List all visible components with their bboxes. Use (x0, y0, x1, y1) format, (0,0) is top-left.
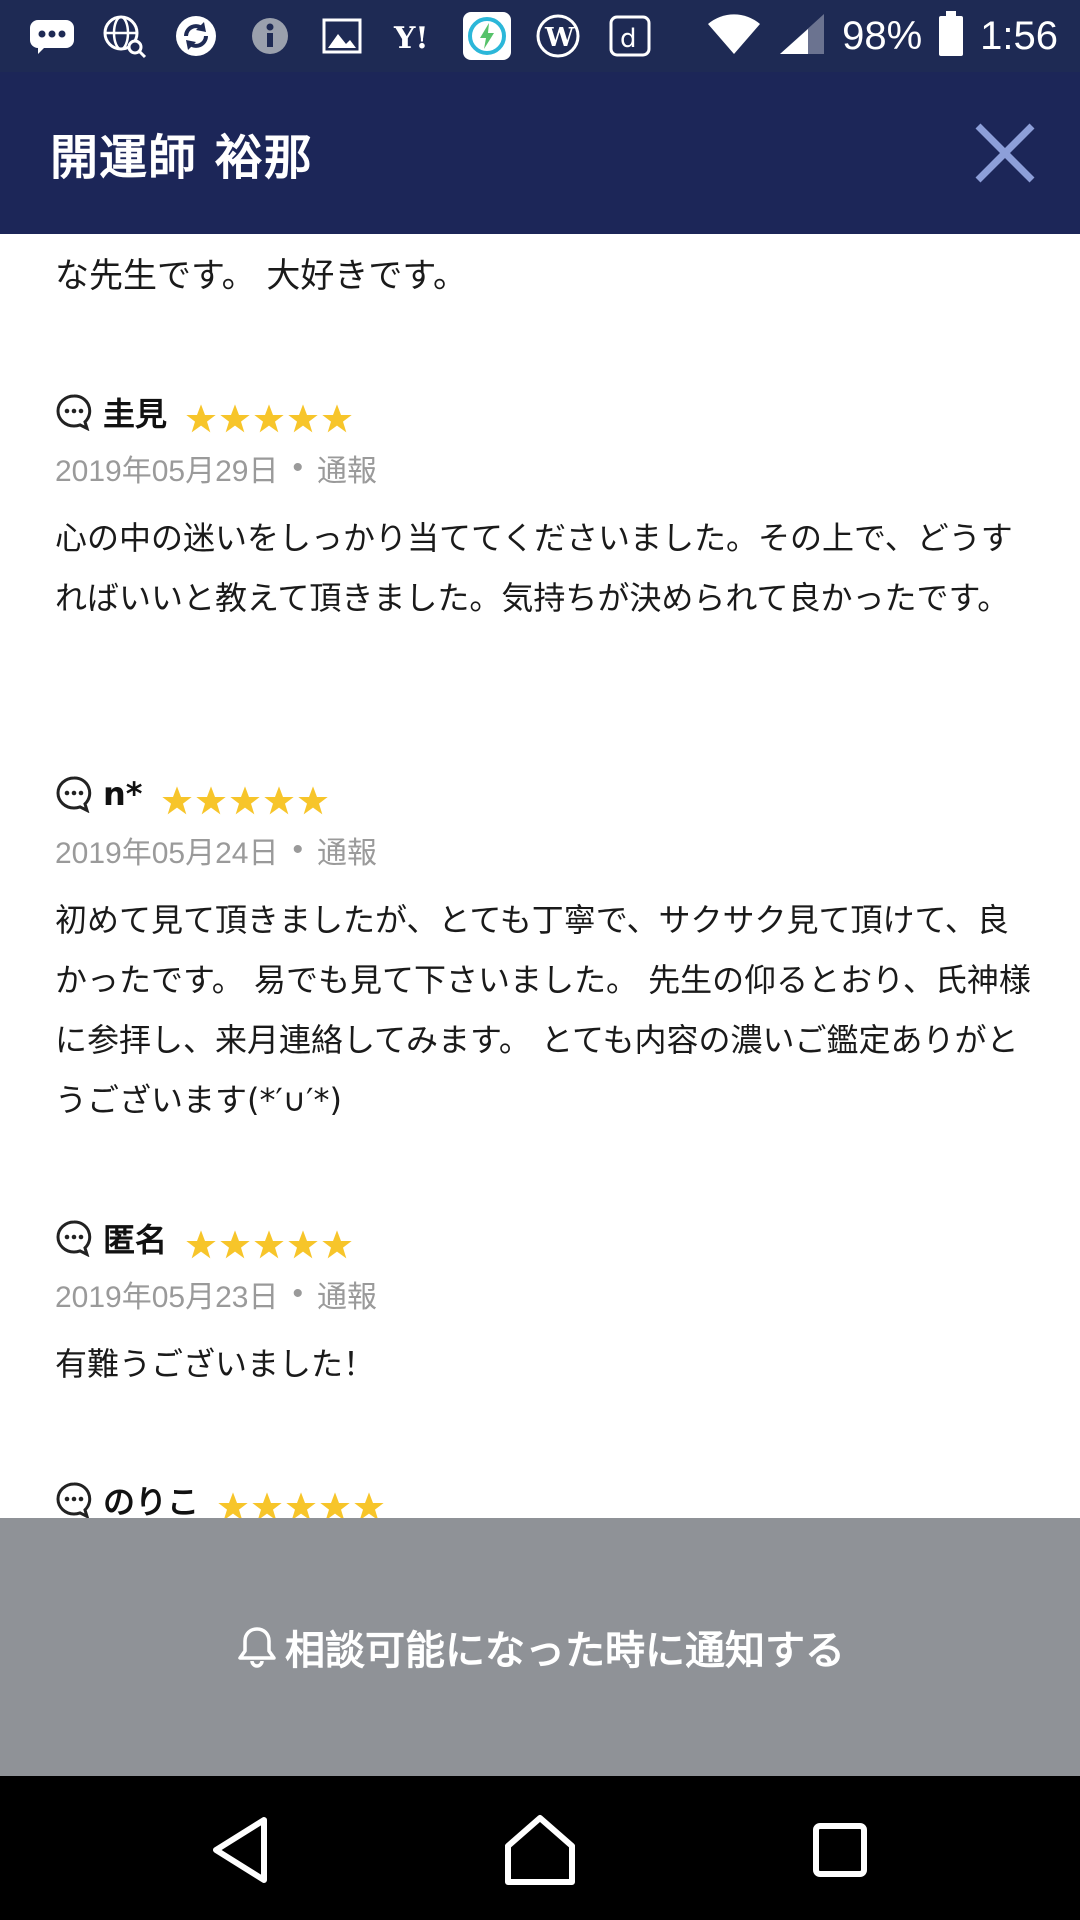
clock: 1:56 (980, 13, 1058, 58)
svg-text:Y!: Y! (393, 21, 429, 54)
review-date: 2019年05月24日 (55, 837, 279, 870)
review-date: 2019年05月29日 (55, 455, 279, 488)
separator-dot: • (292, 833, 303, 866)
star-icon (288, 1230, 318, 1259)
star-icon (220, 404, 250, 433)
page-title: 開運師 裕那 (50, 130, 313, 186)
info-icon (246, 12, 294, 60)
star-rating (161, 785, 329, 817)
comment-icon (56, 1220, 92, 1257)
review-body: 心の中の迷いをしっかり当ててくださいました。その上で、どうすればいいと教えて頂き… (55, 519, 1013, 617)
star-icon (220, 1230, 250, 1259)
message-icon (28, 12, 76, 60)
battery-percent: 98% (842, 13, 923, 58)
star-rating (217, 1491, 385, 1518)
review-item: 匿名 2019年05月23日 • 通報 有難うございました！ (55, 1212, 1035, 1394)
star-icon (254, 404, 284, 433)
separator-dot: • (292, 451, 303, 484)
app-header: 開運師 裕那 (0, 72, 1080, 234)
bell-icon (238, 1627, 276, 1668)
report-link[interactable]: 通報 (317, 1272, 377, 1316)
home-button[interactable] (500, 1810, 580, 1890)
star-icon (218, 1492, 248, 1518)
review-body-partial: な先生です。 大好きです。 (55, 256, 468, 296)
star-icon (229, 786, 260, 815)
reviewer-name: n* (103, 775, 143, 813)
star-icon (195, 786, 226, 815)
svg-text:d: d (620, 24, 637, 54)
globe-search-icon (100, 12, 148, 60)
review-header: 匿名 (55, 1212, 1035, 1264)
star-rating (185, 1229, 353, 1261)
system-nav-bar (0, 1776, 1080, 1920)
star-icon (254, 1230, 284, 1259)
reviews-list[interactable]: な先生です。 大好きです。 圭見 2019年05月29日 • 通報 心の中の迷い… (0, 234, 1080, 1518)
notify-when-available-button[interactable]: 相談可能になった時に通知する (0, 1518, 1080, 1776)
notify-button-content: 相談可能になった時に通知する (235, 1618, 845, 1676)
review-item: n* 2019年05月24日 • 通報 初めて見て頂きましたが、とても丁寧で、サ… (55, 768, 1035, 1130)
back-button[interactable] (202, 1810, 282, 1890)
star-icon (252, 1492, 282, 1518)
star-icon (322, 1230, 352, 1259)
battery-saver-icon (462, 12, 512, 60)
yahoo-icon: Y! (392, 12, 444, 60)
svg-text:W: W (544, 23, 575, 53)
review-header: 圭見 (55, 386, 1035, 438)
review-meta: 2019年05月29日 • 通報 (55, 446, 1035, 490)
star-icon (297, 786, 328, 815)
comment-icon (56, 1482, 92, 1518)
star-icon (186, 404, 216, 433)
reviewer-name: 圭見 (103, 395, 168, 433)
report-link[interactable]: 通報 (317, 446, 377, 490)
star-icon (320, 1492, 350, 1518)
home-icon (505, 1815, 575, 1885)
star-icon (288, 404, 318, 433)
star-icon (286, 1492, 316, 1518)
wifi-icon (706, 12, 762, 60)
star-icon (263, 786, 294, 815)
reviewer-name: のりこ (103, 1483, 200, 1518)
recents-button[interactable] (800, 1810, 880, 1890)
close-button[interactable] (970, 118, 1040, 188)
battery-icon (938, 11, 964, 61)
comment-icon (56, 776, 92, 813)
status-bar: Y! W d 98% 1:56 (0, 0, 1080, 72)
back-icon (213, 1817, 267, 1883)
review-meta: 2019年05月24日 • 通報 (55, 828, 1035, 872)
review-header: n* (55, 768, 1035, 820)
review-meta: 2019年05月23日 • 通報 (55, 1272, 1035, 1316)
sync-icon (172, 12, 220, 60)
separator-dot: • (292, 1277, 303, 1310)
star-icon (354, 1492, 384, 1518)
review-date: 2019年05月23日 (55, 1281, 279, 1314)
star-icon (161, 786, 192, 815)
notify-button-label: 相談可能になった時に通知する (285, 1628, 845, 1674)
d-app-icon: d (606, 12, 654, 60)
image-icon (318, 12, 366, 60)
star-icon (322, 404, 352, 433)
report-link[interactable]: 通報 (317, 828, 377, 872)
wordpress-icon: W (534, 12, 582, 60)
star-rating (185, 403, 353, 435)
comment-icon (56, 394, 92, 431)
review-item: 圭見 2019年05月29日 • 通報 心の中の迷いをしっかり当ててくださいまし… (55, 386, 1035, 628)
reviewer-name: 匿名 (103, 1221, 168, 1259)
star-icon (186, 1230, 216, 1259)
recents-icon (813, 1823, 867, 1877)
review-body: 有難うございました！ (55, 1345, 376, 1383)
review-header: のりこ (55, 1474, 1035, 1518)
review-body: 初めて見て頂きましたが、とても丁寧で、サクサク見て頂けて、良かったです。 易でも… (55, 901, 1031, 1119)
close-icon (975, 123, 1035, 183)
review-item: のりこ (55, 1474, 1035, 1518)
signal-icon (778, 12, 826, 60)
